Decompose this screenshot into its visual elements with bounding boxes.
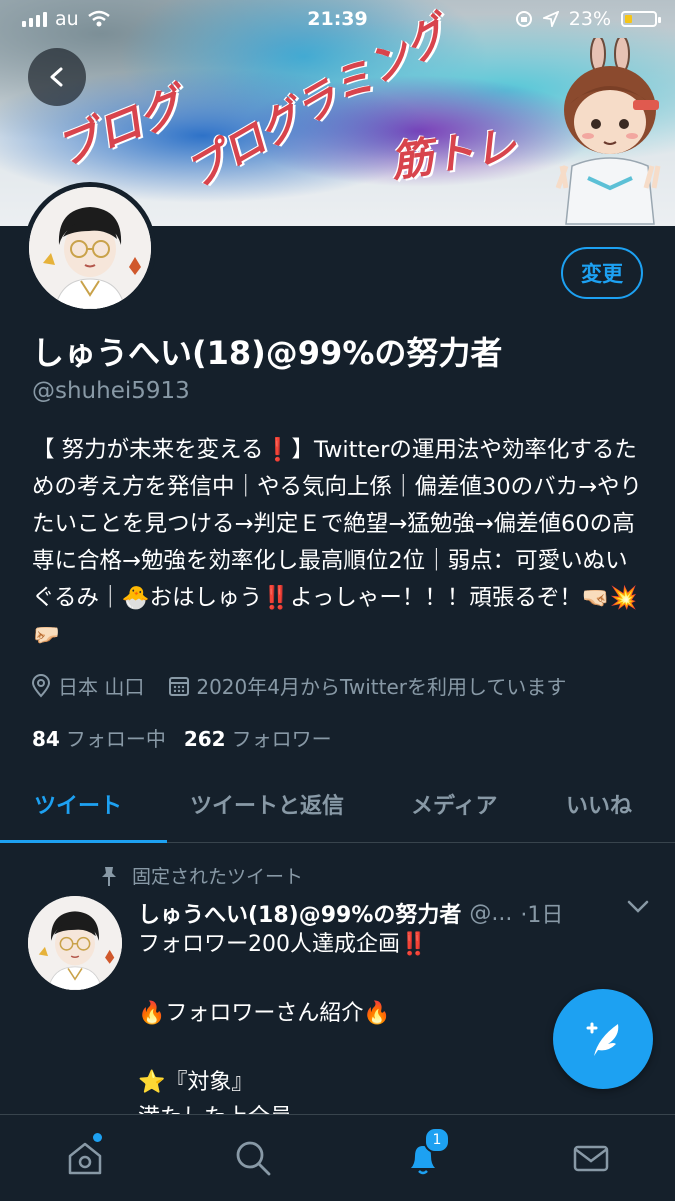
banner-text-training: 筋トレ — [387, 120, 520, 187]
profile-avatar[interactable] — [24, 182, 156, 314]
pin-icon — [102, 866, 116, 886]
display-name: しゅうへい(18)@99%の努力者 — [32, 334, 503, 372]
notification-badge: 1 — [424, 1127, 450, 1153]
user-handle: @shuhei5913 — [32, 378, 190, 404]
location-arrow-icon — [542, 11, 559, 27]
edit-profile-button[interactable]: 変更 — [561, 247, 643, 299]
calendar-icon — [169, 676, 190, 696]
tab-tweets-and-replies[interactable]: ツイートと返信 — [190, 788, 344, 820]
tweet-timestamp: ·1日 — [520, 903, 564, 928]
home-unread-dot — [93, 1133, 102, 1142]
followers-count: 262 — [183, 727, 226, 751]
active-tab-indicator — [0, 840, 167, 843]
pinned-label-text: 固定されたツイート — [132, 866, 304, 888]
follow-stats: 84 フォロー中 262 フォロワー — [32, 723, 332, 752]
banner-character-illustration — [555, 38, 661, 225]
following-count: 84 — [32, 727, 60, 751]
tab-media[interactable]: メディア — [411, 788, 497, 820]
rotation-lock-icon — [515, 11, 532, 27]
battery-icon — [621, 11, 661, 27]
joined-date: 2020年4月からTwitterを利用しています — [196, 675, 567, 699]
followers-link[interactable]: 262 フォロワー — [184, 723, 332, 752]
tweet-author-handle: @... — [469, 900, 513, 926]
status-bar: au 21:39 23% — [0, 0, 675, 40]
profile-meta: 日本 山口 2020年4月からTwitterを利用しています — [30, 671, 566, 700]
nav-messages[interactable] — [566, 1133, 616, 1183]
tweet-author-avatar[interactable] — [28, 896, 122, 990]
nav-search[interactable] — [228, 1133, 278, 1183]
avatar-illustration — [28, 896, 122, 990]
tweet-header: しゅうへい(18)@99%の努力者 @... ·1日 — [138, 897, 658, 929]
tweet-text: フォロワー200人達成企画‼️ 🔥フォロワーさん紹介🔥 ⭐️『対象』 満たした上… — [138, 932, 428, 1114]
back-button[interactable] — [28, 48, 86, 106]
bottom-navigation: 1 — [0, 1114, 675, 1201]
search-icon — [236, 1141, 271, 1176]
following-label: フォロー中 — [65, 727, 166, 751]
home-icon — [68, 1142, 102, 1175]
profile-tabs: ツイート ツイートと返信 メディア いいね — [0, 770, 675, 843]
tab-likes[interactable]: いいね — [566, 788, 632, 820]
pinned-tweet-label: 固定されたツイート — [100, 862, 303, 889]
avatar-illustration — [29, 187, 151, 309]
location-pin-icon — [31, 673, 51, 698]
followers-label: フォロワー — [231, 727, 332, 751]
tab-tweets[interactable]: ツイート — [34, 788, 122, 820]
location-text: 日本 山口 — [58, 675, 145, 699]
chevron-down-icon[interactable] — [627, 900, 649, 914]
tweet-author-name[interactable]: しゅうへい(18)@99%の努力者 — [138, 897, 461, 929]
mail-icon — [573, 1145, 609, 1172]
profile-bio: 【 努力が未来を変える❗️】Twitterの運用法や効率化するための考え方を発信… — [32, 437, 642, 648]
following-link[interactable]: 84 フォロー中 — [32, 723, 166, 752]
battery-percentage: 23% — [568, 8, 611, 30]
compose-tweet-button[interactable] — [553, 989, 653, 1089]
compose-feather-icon — [586, 1022, 619, 1056]
nav-notifications[interactable]: 1 — [398, 1127, 450, 1183]
nav-home[interactable] — [60, 1133, 110, 1183]
back-arrow-icon — [50, 67, 63, 87]
